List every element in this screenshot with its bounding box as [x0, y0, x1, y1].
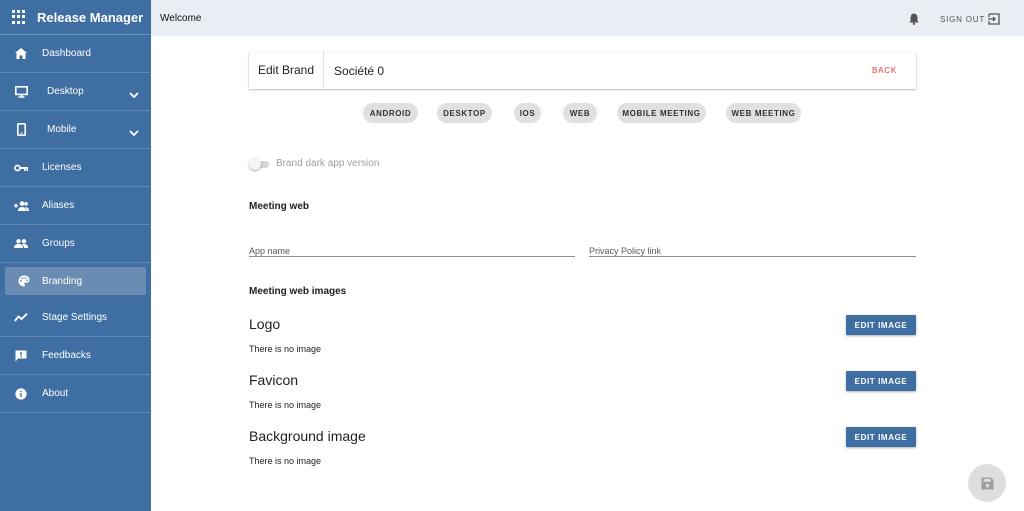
chip-web[interactable]: WEB — [563, 103, 597, 123]
welcome-text: Welcome — [160, 12, 202, 24]
sign-out-button[interactable]: SIGN OUT — [940, 13, 1000, 25]
feedback-icon — [0, 350, 42, 362]
chevron-down-icon[interactable] — [129, 124, 139, 142]
sidebar-item-about[interactable]: About — [0, 375, 151, 413]
favicon-title: Favicon — [249, 372, 299, 388]
home-icon — [0, 48, 42, 59]
sidebar-item-label: About — [42, 388, 69, 399]
chip-web-meeting[interactable]: WEB MEETING — [726, 103, 801, 123]
sidebar-item-stage-settings[interactable]: Stage Settings — [0, 299, 151, 337]
app-title: Release Manager — [37, 9, 144, 25]
sidebar-item-label: Dashboard — [42, 48, 91, 59]
favicon-note: There is no image — [249, 400, 322, 410]
sidebar-item-label: Stage Settings — [42, 312, 108, 323]
dark-version-toggle[interactable] — [249, 158, 271, 170]
person-add-icon — [0, 200, 42, 211]
privacy-link-field[interactable] — [589, 241, 916, 257]
save-icon — [981, 477, 993, 489]
trend-icon — [0, 313, 42, 322]
chip-desktop[interactable]: DESKTOP — [437, 103, 492, 123]
chip-ios[interactable]: IOS — [514, 103, 541, 123]
sidebar-item-label: Groups — [42, 238, 75, 249]
palette-icon — [5, 275, 42, 287]
top-bar: Welcome SIGN OUT — [151, 0, 1024, 36]
dark-version-label: Brand dark app version — [276, 158, 380, 169]
key-icon — [0, 164, 42, 172]
back-button[interactable]: BACK — [872, 66, 897, 75]
logo-title: Logo — [249, 316, 281, 332]
sidebar-item-dashboard[interactable]: Dashboard — [0, 35, 151, 73]
app-name-field[interactable] — [249, 241, 575, 257]
chip-mobile-meeting[interactable]: MOBILE MEETING — [617, 103, 706, 123]
sign-out-icon — [988, 13, 1000, 25]
sidebar-item-mobile[interactable]: Mobile — [0, 111, 151, 149]
edit-favicon-button[interactable]: EDIT IMAGE — [846, 371, 916, 391]
app-name-input[interactable] — [249, 246, 575, 256]
background-image-title: Background image — [249, 428, 366, 444]
sidebar-item-feedbacks[interactable]: Feedbacks — [0, 337, 151, 375]
sidebar-item-label: Feedbacks — [42, 350, 91, 361]
apps-grid-icon[interactable] — [12, 10, 26, 24]
meeting-web-title: Meeting web — [249, 201, 310, 212]
info-icon — [0, 387, 42, 400]
group-icon — [0, 239, 42, 248]
sidebar: Release Manager Dashboard Desktop Mobile… — [0, 0, 151, 511]
sidebar-item-label: Mobile — [47, 124, 77, 135]
sign-out-label: SIGN OUT — [940, 14, 986, 24]
phone-icon — [0, 123, 42, 136]
sidebar-item-label: Branding — [42, 275, 83, 287]
background-image-note: There is no image — [249, 456, 322, 466]
sidebar-item-desktop[interactable]: Desktop — [0, 73, 151, 111]
meeting-web-images-title: Meeting web images — [249, 286, 347, 297]
sidebar-header: Release Manager — [0, 0, 151, 35]
sidebar-item-branding[interactable]: Branding — [5, 267, 146, 295]
sidebar-item-groups[interactable]: Groups — [0, 225, 151, 263]
logo-note: There is no image — [249, 344, 322, 354]
save-button[interactable] — [968, 464, 1006, 502]
monitor-icon — [0, 85, 42, 98]
privacy-link-input[interactable] — [589, 246, 916, 256]
sidebar-item-label: Licenses — [42, 162, 82, 173]
card-title: Edit Brand — [249, 52, 325, 89]
edit-logo-button[interactable]: EDIT IMAGE — [846, 315, 916, 335]
brand-name: Société 0 — [334, 63, 385, 78]
bell-icon[interactable] — [909, 12, 919, 30]
chip-android[interactable]: ANDROID — [363, 103, 418, 123]
chevron-down-icon[interactable] — [129, 86, 139, 104]
edit-background-button[interactable]: EDIT IMAGE — [846, 427, 916, 447]
edit-brand-card: Edit Brand Société 0 BACK — [249, 52, 916, 89]
sidebar-item-label: Aliases — [42, 200, 75, 211]
sidebar-item-licenses[interactable]: Licenses — [0, 149, 151, 187]
sidebar-item-aliases[interactable]: Aliases — [0, 187, 151, 225]
sidebar-item-label: Desktop — [47, 86, 84, 97]
